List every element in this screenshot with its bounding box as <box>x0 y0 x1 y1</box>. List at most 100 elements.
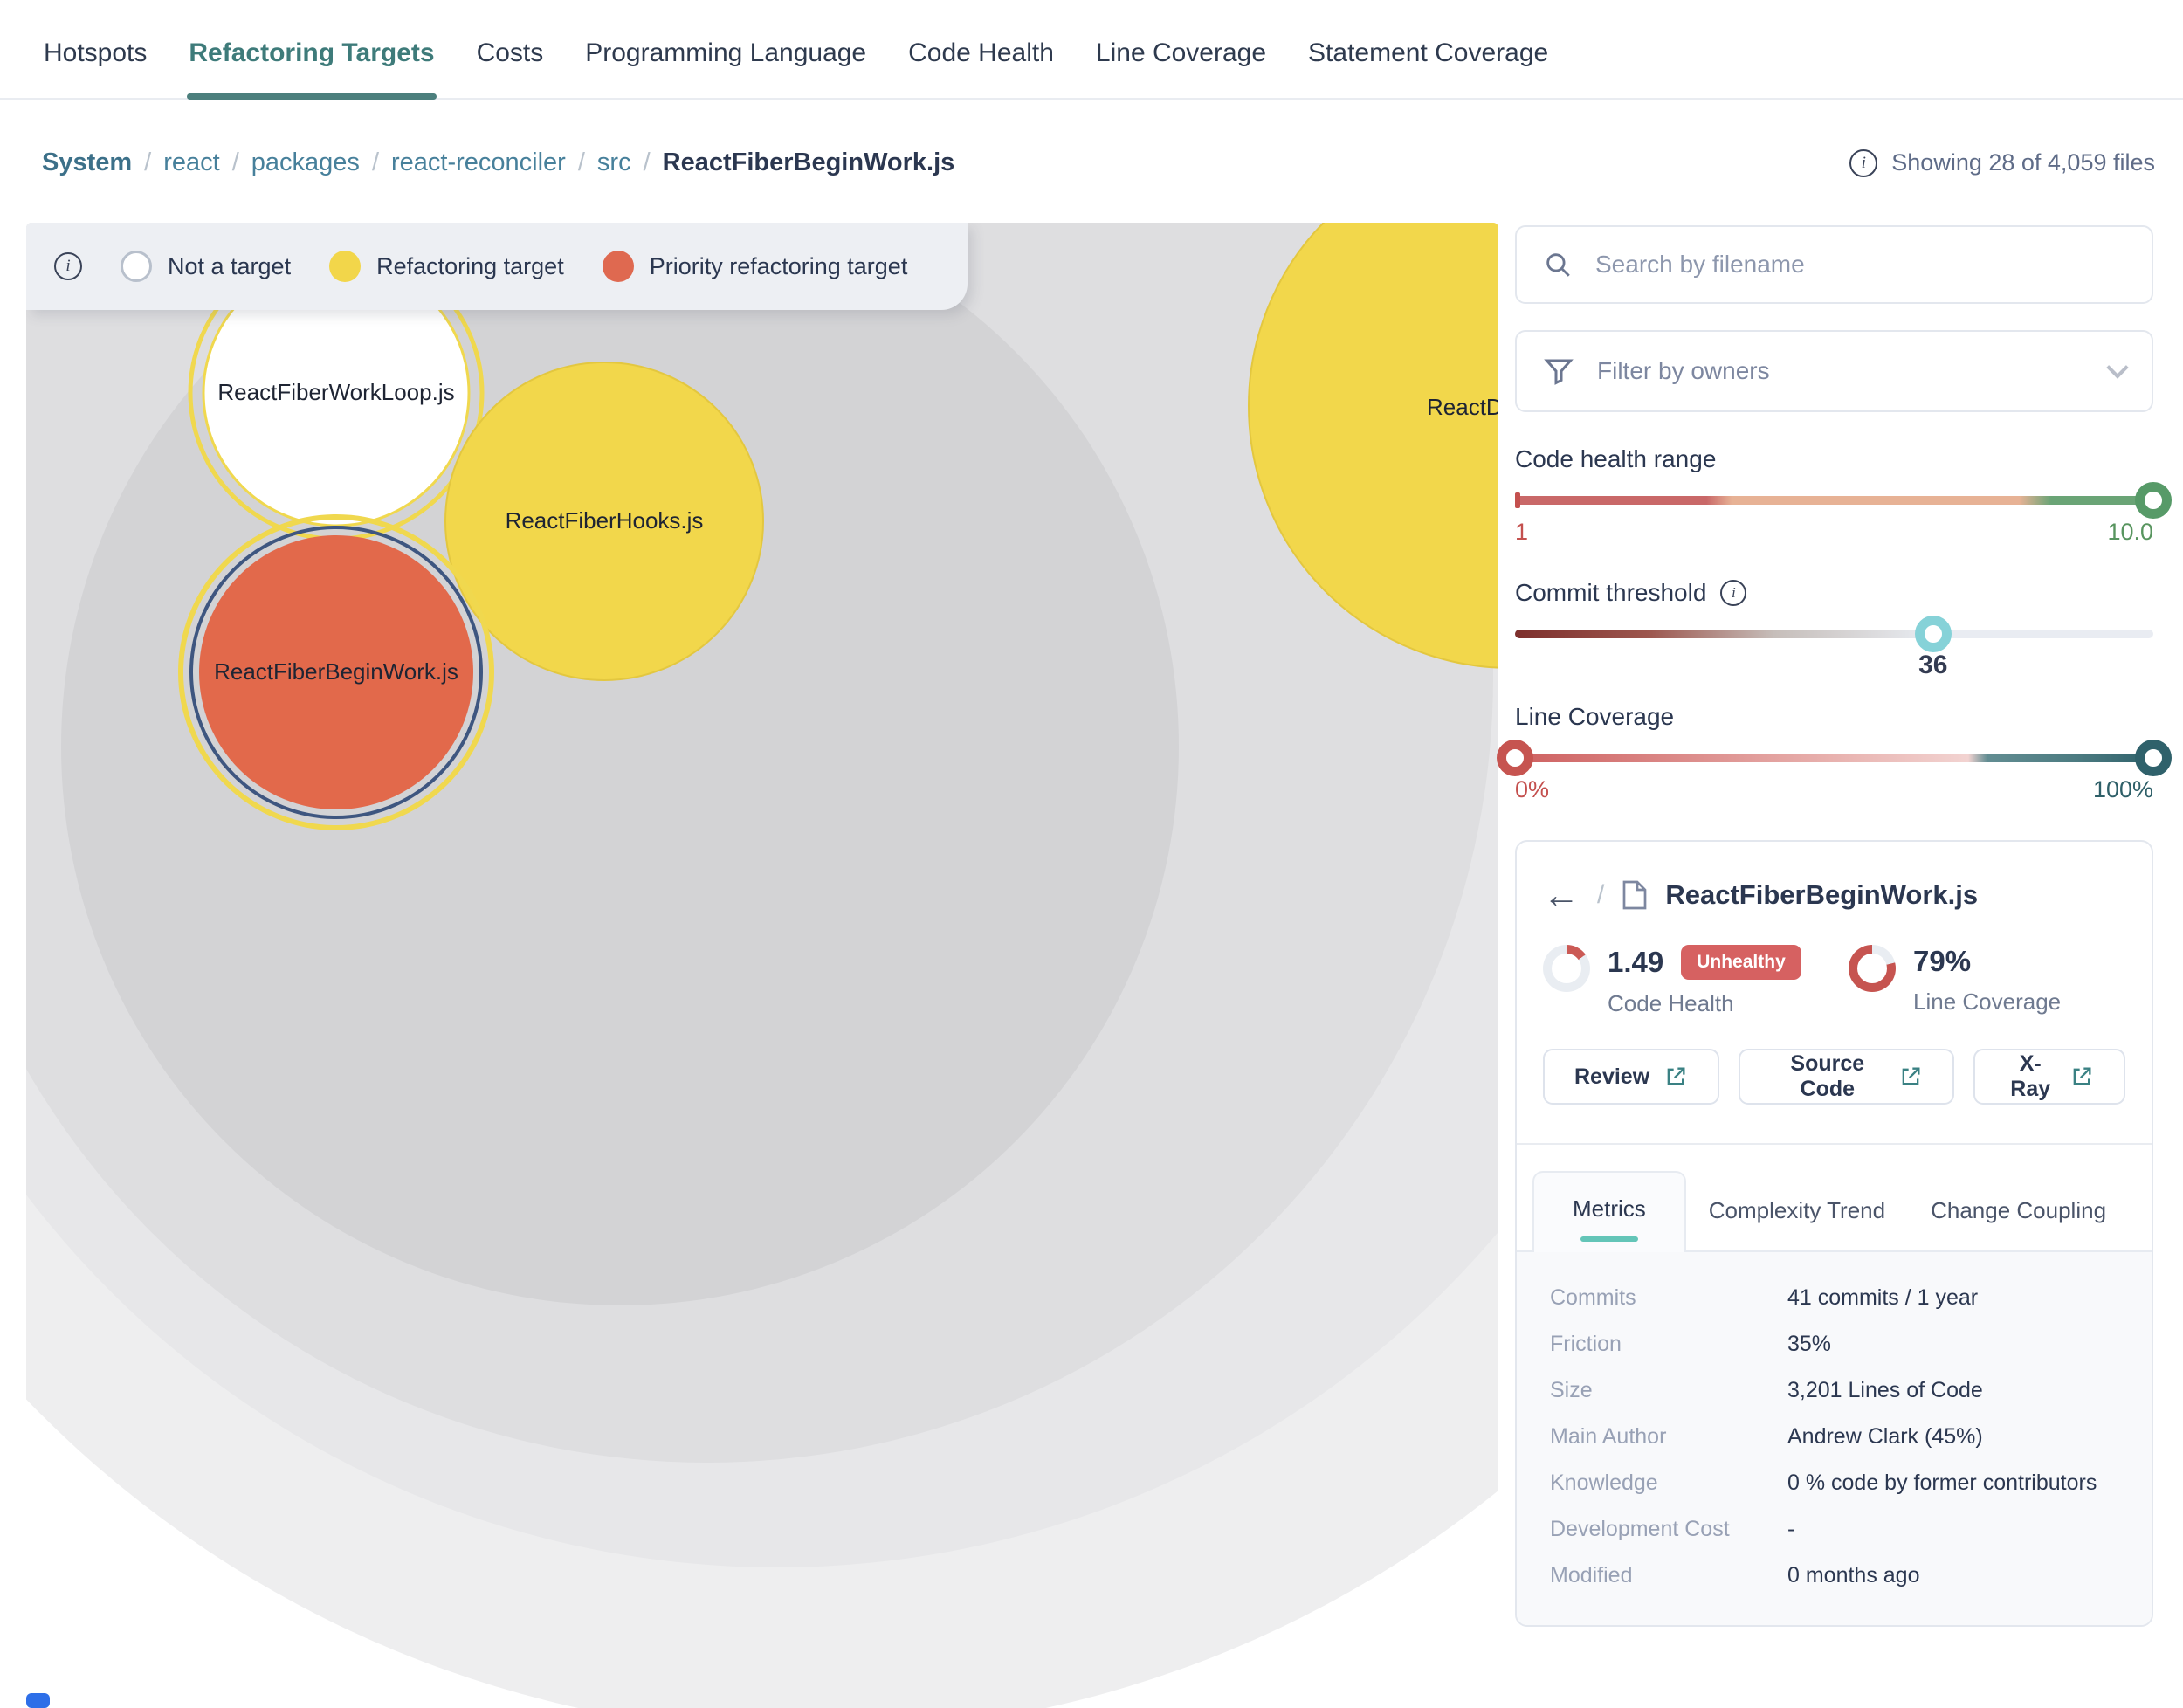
tab-complexity-trend[interactable]: Complexity Trend <box>1686 1174 1908 1250</box>
search-box[interactable] <box>1515 225 2153 304</box>
commit-threshold-handle[interactable] <box>1915 616 1952 652</box>
commit-threshold-section: Commit threshold i 36 <box>1515 579 2153 685</box>
tab-metrics[interactable]: Metrics <box>1532 1171 1686 1252</box>
metric-value: 0 months ago <box>1787 1563 1920 1588</box>
owners-filter-label: Filter by owners <box>1597 357 2087 385</box>
metric-label: Commits <box>1550 1285 1787 1311</box>
commit-threshold-label: Commit threshold <box>1515 579 1706 607</box>
blue-partial-button[interactable] <box>26 1693 50 1708</box>
legend-bar: i Not a target Refactoring target Priori… <box>26 223 968 310</box>
line-coverage-max-value: 100% <box>2093 776 2153 803</box>
tab-metrics-label: Metrics <box>1573 1195 1646 1222</box>
review-button[interactable]: Review <box>1543 1049 1719 1105</box>
active-tab-underline <box>1580 1236 1638 1242</box>
code-health-stat: 1.49 Unhealthy Code Health <box>1543 945 1849 1017</box>
legend-item-refactoring-target: Refactoring target <box>329 251 564 282</box>
commit-threshold-fill <box>1515 630 1933 638</box>
filters-sidebar: Filter by owners Code health range 1 10.… <box>1515 225 2153 1627</box>
metric-value: 41 commits / 1 year <box>1787 1285 1978 1311</box>
breadcrumb-row: System / react / packages / react-reconc… <box>42 148 2155 177</box>
circle-packing-canvas: ReactDO ReactFiberWorkLoop.js ReactFiber… <box>26 223 1498 1708</box>
breadcrumb-src[interactable]: src <box>597 148 631 177</box>
code-health-range-label: Code health range <box>1515 445 2153 473</box>
tab-change-coupling[interactable]: Change Coupling <box>1908 1174 2129 1250</box>
legend-item-not-a-target: Not a target <box>121 251 291 282</box>
back-arrow-button[interactable]: ← <box>1543 877 1580 913</box>
code-health-max-handle[interactable] <box>2135 482 2172 519</box>
xray-button-label: X-Ray <box>2005 1051 2056 1102</box>
files-shown-text: Showing 28 of 4,059 files <box>1891 149 2155 176</box>
legend-label: Not a target <box>168 253 291 280</box>
xray-button[interactable]: X-Ray <box>1973 1049 2125 1105</box>
file-detail-card: ← / ReactFiberBeginWork.js 1.49 Unhealth… <box>1515 840 2153 1627</box>
breadcrumb-separator: / <box>232 148 239 177</box>
breadcrumb-current-file: ReactFiberBeginWork.js <box>663 148 955 177</box>
tab-code-health[interactable]: Code Health <box>906 38 1056 98</box>
tab-costs[interactable]: Costs <box>475 38 546 98</box>
commit-threshold-slider[interactable] <box>1515 630 2153 638</box>
metric-row-commits: Commits 41 commits / 1 year <box>1517 1275 2152 1321</box>
refactoring-targets-page: Hotspots Refactoring Targets Costs Progr… <box>0 0 2183 1708</box>
legend-label: Priority refactoring target <box>650 253 908 280</box>
metric-value: Andrew Clark (45%) <box>1787 1424 1983 1450</box>
line-coverage-min-handle[interactable] <box>1497 740 1533 776</box>
legend-info-icon[interactable]: i <box>54 252 82 280</box>
card-breadcrumb-separator: / <box>1597 880 1604 910</box>
metric-row-friction: Friction 35% <box>1517 1321 2152 1367</box>
code-health-donut-icon <box>1543 945 1590 992</box>
breadcrumb-react[interactable]: react <box>163 148 219 177</box>
line-coverage-stat-label: Line Coverage <box>1913 988 2061 1016</box>
search-icon <box>1543 250 1573 279</box>
line-coverage-max-handle[interactable] <box>2135 740 2172 776</box>
metric-row-main-author: Main Author Andrew Clark (45%) <box>1517 1414 2152 1460</box>
code-health-range-slider[interactable] <box>1515 496 2153 505</box>
line-coverage-filter-label: Line Coverage <box>1515 703 2153 731</box>
not-a-target-swatch-icon <box>121 251 152 282</box>
breadcrumb-system[interactable]: System <box>42 148 132 177</box>
code-health-range-section: Code health range 1 10.0 <box>1515 445 2153 546</box>
tab-line-coverage[interactable]: Line Coverage <box>1094 38 1268 98</box>
file-circle-beginwork-label: ReactFiberBeginWork.js <box>214 658 458 685</box>
code-health-max-value: 10.0 <box>2107 519 2153 546</box>
line-coverage-filter-section: Line Coverage 0% 100% <box>1515 703 2153 803</box>
line-coverage-slider[interactable] <box>1515 754 2153 762</box>
metrics-panel: Commits 41 commits / 1 year Friction 35%… <box>1517 1250 2152 1625</box>
legend-item-priority-refactoring-target: Priority refactoring target <box>603 251 908 282</box>
line-coverage-stat: 79% Line Coverage <box>1849 945 2061 1017</box>
priority-refactoring-target-swatch-icon <box>603 251 634 282</box>
breadcrumb-separator: / <box>578 148 585 177</box>
breadcrumb: System / react / packages / react-reconc… <box>42 148 954 177</box>
breadcrumb-separator: / <box>644 148 651 177</box>
top-nav: Hotspots Refactoring Targets Costs Progr… <box>0 0 2183 100</box>
tab-refactoring-targets[interactable]: Refactoring Targets <box>187 38 436 98</box>
source-code-button-label: Source Code <box>1770 1051 1884 1102</box>
tab-hotspots[interactable]: Hotspots <box>42 38 148 98</box>
code-health-min-value: 1 <box>1515 519 1528 546</box>
breadcrumb-react-reconciler[interactable]: react-reconciler <box>391 148 566 177</box>
circle-packing-visualization: ReactDO ReactFiberWorkLoop.js ReactFiber… <box>26 223 1498 1708</box>
owners-filter-dropdown[interactable]: Filter by owners <box>1515 330 2153 412</box>
search-input[interactable] <box>1595 251 2049 279</box>
unhealthy-badge: Unhealthy <box>1681 945 1801 980</box>
metric-value: 0 % code by former contributors <box>1787 1470 2097 1496</box>
metric-label: Development Cost <box>1550 1517 1787 1542</box>
legend-label: Refactoring target <box>376 253 564 280</box>
tab-statement-coverage[interactable]: Statement Coverage <box>1306 38 1550 98</box>
chevron-down-icon <box>2106 356 2128 378</box>
breadcrumb-separator: / <box>144 148 151 177</box>
refactoring-target-swatch-icon <box>329 251 361 282</box>
code-health-min-handle[interactable] <box>1515 492 1520 508</box>
external-link-icon <box>1663 1064 1688 1089</box>
tab-programming-language[interactable]: Programming Language <box>583 38 868 98</box>
source-code-button[interactable]: Source Code <box>1739 1049 1954 1105</box>
breadcrumb-packages[interactable]: packages <box>251 148 360 177</box>
files-shown-info: i Showing 28 of 4,059 files <box>1849 149 2155 177</box>
file-circle-workloop-label: ReactFiberWorkLoop.js <box>217 379 454 405</box>
metric-value: 3,201 Lines of Code <box>1787 1378 1983 1403</box>
metric-label: Knowledge <box>1550 1470 1787 1496</box>
metric-value: - <box>1787 1517 1794 1542</box>
commit-threshold-info-icon[interactable]: i <box>1720 580 1746 606</box>
metric-row-modified: Modified 0 months ago <box>1517 1553 2152 1599</box>
metric-row-development-cost: Development Cost - <box>1517 1506 2152 1553</box>
info-icon[interactable]: i <box>1849 149 1877 177</box>
